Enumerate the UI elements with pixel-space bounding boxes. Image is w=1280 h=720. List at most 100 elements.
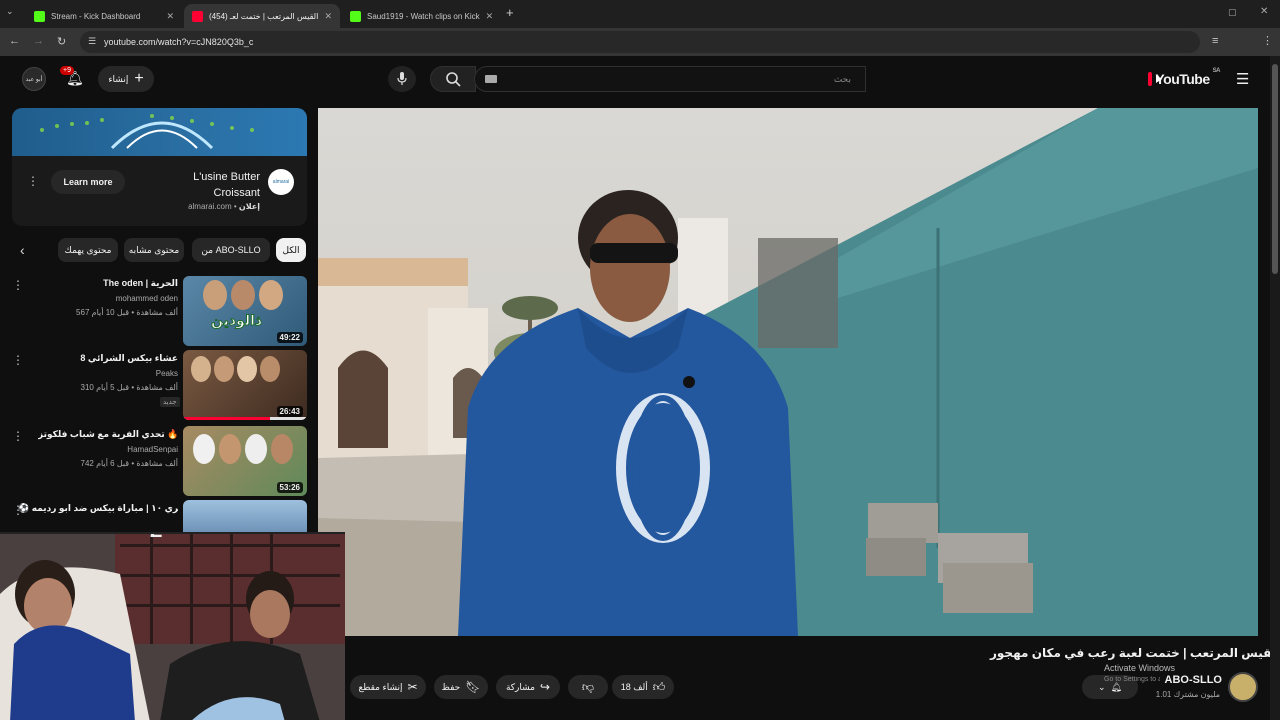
- save-button[interactable]: حفظ 🔖︎: [434, 675, 488, 699]
- bell-icon: 🔔︎: [1110, 681, 1122, 692]
- video-menu-icon[interactable]: ⋮: [12, 503, 24, 517]
- tab-title: Stream - Kick Dashboard: [51, 11, 141, 21]
- logo-text: YouTube: [1155, 71, 1210, 87]
- avatar-label: أبو عبد: [25, 76, 43, 83]
- ad-sponsored-label: إعلان: [238, 202, 260, 211]
- video-duration: 53:26: [276, 482, 303, 493]
- ad-menu-icon[interactable]: ⋮: [27, 174, 39, 188]
- likes-count: 18 ألف: [620, 681, 648, 692]
- video-player[interactable]: [318, 108, 1258, 636]
- close-icon[interactable]: ✕: [486, 11, 494, 22]
- search-icon: [446, 72, 461, 87]
- video-thumbnail[interactable]: [183, 500, 307, 532]
- browser-tab-strip: ⌄ Stream - Kick Dashboard ✕ (454) القيس …: [0, 0, 1280, 28]
- back-icon[interactable]: ←: [9, 35, 20, 47]
- new-badge: جديد: [160, 397, 180, 407]
- tab-youtube-video[interactable]: (454) القيس المرتعب | ختمت لعـ ✕: [184, 4, 340, 28]
- video-title[interactable]: عشاء بيكس الشرائي 8: [38, 353, 178, 364]
- dislike-button[interactable]: 👎︎: [568, 675, 608, 699]
- video-channel[interactable]: mohammed oden: [116, 294, 178, 303]
- tab-title: (454) القيس المرتعب | ختمت لعـ: [209, 11, 319, 21]
- thumbnail-caption: ذالودين: [210, 312, 263, 329]
- close-icon[interactable]: ✕: [324, 11, 332, 22]
- create-label: إنشاء: [108, 73, 129, 84]
- notification-count-badge: +9: [60, 66, 74, 75]
- chip-similar[interactable]: محتوى مشابه: [124, 238, 184, 262]
- scissors-icon: ✂: [407, 680, 418, 694]
- chip-related-interest[interactable]: محتوى يهمك: [58, 238, 118, 262]
- extensions-icon[interactable]: ≡: [1212, 35, 1218, 47]
- video-channel[interactable]: HamadSenpai: [127, 445, 178, 454]
- search-button[interactable]: [430, 66, 476, 92]
- channel-name[interactable]: ABO-SLLO: [1150, 674, 1222, 686]
- close-window-icon[interactable]: ✕: [1260, 6, 1268, 17]
- search-placeholder: بحث: [833, 73, 851, 84]
- tab-kick-clips[interactable]: Saud1919 - Watch clips on Kick ✕: [342, 4, 498, 28]
- voice-search-button[interactable]: [388, 66, 416, 92]
- video-title[interactable]: ⚽ فري ١٠ | مباراة بيكس ضد ابو رديمه: [18, 503, 178, 514]
- windows-activation-title: Activate Windows: [1104, 663, 1176, 673]
- video-menu-icon[interactable]: ⋮: [12, 353, 24, 367]
- thumbs-down-icon: 👎︎: [581, 679, 595, 694]
- video-thumbnail[interactable]: 53:26: [183, 426, 307, 496]
- video-title[interactable]: The oden | الحرية: [38, 278, 178, 289]
- chip-all[interactable]: الكل: [276, 238, 306, 262]
- video-thumbnail[interactable]: ذالودين 49:22: [183, 276, 307, 346]
- bookmark-icon: 🔖︎: [465, 680, 481, 694]
- share-label: مشاركة: [505, 681, 535, 692]
- close-icon[interactable]: ✕: [166, 11, 174, 22]
- learn-more-button[interactable]: Learn more: [51, 170, 125, 194]
- like-button[interactable]: 18 ألف 👍︎: [612, 675, 674, 699]
- chevron-down-icon: ⌄: [1098, 681, 1106, 692]
- address-bar[interactable]: ☰ youtube.com/watch?v=cJN820Q3b_c: [80, 31, 1200, 53]
- youtube-logo[interactable]: YouTube SA: [1148, 68, 1221, 88]
- advertiser-logo[interactable]: almarai: [268, 169, 294, 195]
- webcam-overlay: Z: [0, 532, 345, 720]
- ad-title[interactable]: L'usine Butter Croissant: [160, 169, 260, 201]
- brand-badge-text: almarai: [272, 179, 290, 185]
- account-avatar[interactable]: أبو عبد: [22, 67, 46, 91]
- video-thumbnail[interactable]: 26:43: [183, 350, 307, 420]
- thumbnail-people: [191, 356, 301, 396]
- region-code: SA: [1212, 68, 1221, 74]
- create-button[interactable]: إنشاء +: [98, 66, 154, 92]
- video-meta: 310 ألف مشاهدة • قبل 5 أيام: [80, 383, 179, 392]
- url-text: youtube.com/watch?v=cJN820Q3b_c: [104, 37, 254, 47]
- keyboard-icon[interactable]: [485, 75, 497, 83]
- video-menu-icon[interactable]: ⋮: [12, 429, 24, 443]
- tab-kick-dashboard[interactable]: Stream - Kick Dashboard ✕: [26, 4, 182, 28]
- plus-icon: +: [134, 70, 144, 87]
- kick-icon: [350, 10, 361, 22]
- video-duration: 26:43: [276, 406, 303, 417]
- video-title-main: القيس المرتعب | ختمت لعبة رعب في مكان مه…: [990, 646, 1280, 660]
- microphone-icon: [397, 72, 407, 85]
- save-label: حفظ: [441, 681, 461, 692]
- ad-banner-image[interactable]: [12, 108, 307, 156]
- windows-activation-subtitle: Go to Settings to activate Windows.: [1104, 676, 1160, 683]
- channel-avatar[interactable]: [1228, 672, 1258, 702]
- scrollbar-thumb[interactable]: [1272, 64, 1278, 274]
- watch-progress: [183, 417, 307, 420]
- clip-button[interactable]: إنشاء مقطع ✂: [350, 675, 426, 699]
- logo-z-icon: Z: [150, 534, 162, 543]
- tab-search-icon[interactable]: ⌄: [6, 6, 24, 22]
- minimize-icon[interactable]: ▢: [1228, 7, 1237, 18]
- thumbnail-people: [193, 434, 303, 474]
- video-menu-icon[interactable]: ⋮: [12, 278, 24, 292]
- webcam-frame: [0, 534, 345, 720]
- chips-scroll-right-icon[interactable]: ‹: [20, 242, 25, 258]
- new-tab-button[interactable]: +: [506, 5, 514, 20]
- menu-kebab-icon[interactable]: ⋮: [1262, 34, 1273, 47]
- share-arrow-icon: ↪: [540, 680, 551, 694]
- ad-domain: almarai.com: [188, 202, 232, 211]
- video-title[interactable]: تحدي الفرية مع شباب فلكوتز 🔥💚: [38, 429, 178, 440]
- site-info-icon[interactable]: ☰: [88, 36, 96, 47]
- page-scrollbar[interactable]: [1270, 56, 1280, 720]
- search-input[interactable]: بحث: [474, 66, 866, 92]
- forward-icon[interactable]: →: [33, 35, 44, 47]
- chip-from-channel[interactable]: من ABO-SLLO: [192, 238, 270, 262]
- video-channel[interactable]: Peaks: [156, 369, 178, 378]
- reload-icon[interactable]: ↻: [57, 35, 66, 48]
- hamburger-menu-icon[interactable]: ☰: [1236, 70, 1249, 88]
- share-button[interactable]: مشاركة ↪: [496, 675, 560, 699]
